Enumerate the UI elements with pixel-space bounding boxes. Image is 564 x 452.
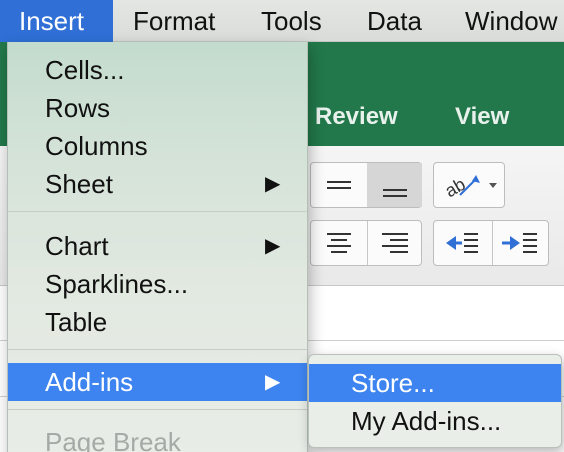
increase-indent-icon — [502, 233, 537, 253]
submenu-item-label: My Add-ins... — [351, 406, 502, 436]
menu-format[interactable]: Format — [133, 0, 215, 42]
align-middle-button[interactable] — [311, 163, 367, 207]
align-middle-icon — [327, 181, 351, 189]
menu-data[interactable]: Data — [367, 0, 422, 42]
align-center-button[interactable] — [311, 221, 367, 265]
add-ins-submenu: Store... My Add-ins... — [308, 354, 562, 448]
align-bottom-icon — [383, 189, 407, 197]
menu-item-label: Sparklines... — [45, 269, 189, 299]
align-right-icon — [382, 233, 408, 253]
insert-menu: Cells... Rows Columns Sheet ▶ Chart ▶ Sp… — [7, 42, 308, 452]
menu-item-chart[interactable]: Chart ▶ — [8, 227, 307, 265]
orientation-icon: ab — [441, 174, 497, 201]
menu-item-label: Columns — [45, 131, 148, 161]
menu-bar: Insert Format Tools Data Window — [0, 0, 564, 42]
decrease-indent-button[interactable] — [434, 221, 492, 265]
orientation-button[interactable]: ab — [433, 162, 505, 208]
menu-item-sparklines[interactable]: Sparklines... — [8, 265, 307, 303]
menu-item-label: Rows — [45, 93, 111, 123]
decrease-indent-icon — [446, 233, 478, 253]
submenu-arrow-icon: ▶ — [265, 371, 281, 393]
vertical-align-group — [310, 162, 422, 208]
menu-item-label: Page Break — [45, 427, 181, 452]
menu-window[interactable]: Window — [465, 0, 557, 42]
svg-text:ab: ab — [441, 174, 468, 201]
menu-item-cells[interactable]: Cells... — [8, 51, 307, 89]
submenu-arrow-icon: ▶ — [265, 173, 281, 195]
menu-item-table[interactable]: Table — [8, 303, 307, 341]
menu-item-page-break: Page Break — [8, 423, 307, 452]
menu-separator — [8, 349, 307, 350]
submenu-item-label: Store... — [351, 368, 435, 398]
align-right-button[interactable] — [368, 221, 423, 265]
submenu-item-my-add-ins[interactable]: My Add-ins... — [309, 402, 561, 440]
menu-item-sheet[interactable]: Sheet ▶ — [8, 165, 307, 203]
align-center-icon — [327, 233, 351, 253]
menu-item-label: Table — [45, 307, 108, 337]
menu-item-columns[interactable]: Columns — [8, 127, 307, 165]
menu-item-label: Chart — [45, 231, 109, 261]
menu-item-label: Add-ins — [45, 367, 134, 397]
menu-separator — [8, 409, 307, 410]
menu-insert[interactable]: Insert — [0, 0, 113, 42]
horizontal-align-group — [310, 220, 422, 266]
menu-tools[interactable]: Tools — [261, 0, 322, 42]
menu-item-rows[interactable]: Rows — [8, 89, 307, 127]
menu-item-add-ins[interactable]: Add-ins ▶ — [8, 363, 307, 401]
indent-group — [433, 220, 549, 266]
menu-item-label: Cells... — [45, 55, 125, 85]
align-bottom-button[interactable] — [367, 163, 422, 207]
increase-indent-button[interactable] — [493, 221, 550, 265]
submenu-item-store[interactable]: Store... — [309, 364, 561, 402]
menu-item-label: Sheet — [45, 169, 113, 199]
tab-review[interactable]: Review — [315, 103, 398, 131]
tab-view[interactable]: View — [455, 103, 509, 131]
menu-separator — [8, 211, 307, 212]
submenu-arrow-icon: ▶ — [265, 235, 281, 257]
